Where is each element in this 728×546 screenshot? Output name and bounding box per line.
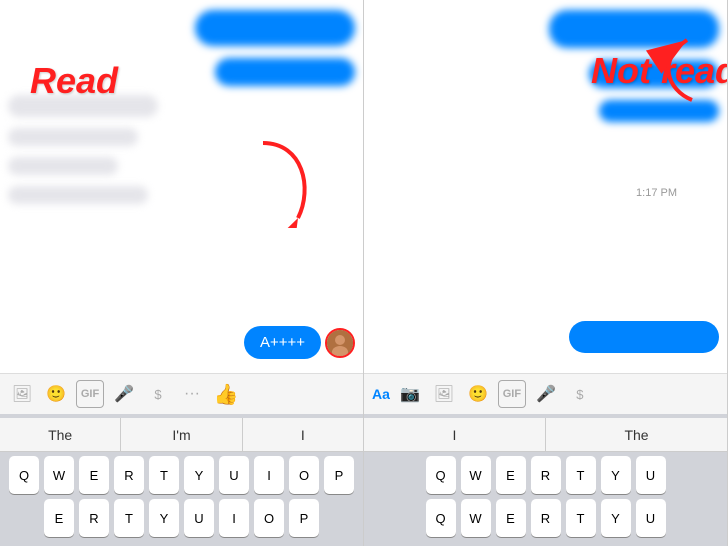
key-u-r2[interactable]: U xyxy=(636,499,666,537)
image-icon[interactable]: 🖼 xyxy=(8,380,36,408)
key-p[interactable]: P xyxy=(324,456,354,494)
aa-button[interactable]: Aa xyxy=(372,386,390,402)
avatar xyxy=(325,328,355,358)
last-message-notread xyxy=(372,321,719,359)
notread-bubble xyxy=(569,321,719,353)
gif-icon-right[interactable]: GIF xyxy=(498,380,526,408)
timestamp: 1:17 PM xyxy=(636,187,677,199)
read-arrow xyxy=(243,138,323,228)
key-e2[interactable]: E xyxy=(44,499,74,537)
key-r-r[interactable]: R xyxy=(531,456,561,494)
key-i[interactable]: I xyxy=(254,456,284,494)
key-t-r2[interactable]: T xyxy=(566,499,596,537)
keyboard-rows-left: Q W E R T Y U I O P E R T Y U I O P xyxy=(0,452,363,546)
key-q-r2[interactable]: Q xyxy=(426,499,456,537)
last-message-row: A++++ xyxy=(8,326,355,359)
key-w[interactable]: W xyxy=(44,456,74,494)
keyboard-rows-right: Q W E R T Y U Q W E R T Y U xyxy=(364,452,727,546)
kb-row-right-2: Q W E R T Y U xyxy=(366,499,725,537)
suggestions-right: I The xyxy=(364,418,727,452)
blurred-bubble-in-2 xyxy=(8,128,138,146)
key-q-r[interactable]: Q xyxy=(426,456,456,494)
image-icon-right[interactable]: 🖼 xyxy=(430,380,458,408)
suggestion-the-right[interactable]: The xyxy=(546,418,727,451)
key-y-r2[interactable]: Y xyxy=(601,499,631,537)
read-panel: Read A++++ xyxy=(0,0,364,546)
emoji-icon-right[interactable]: 🙂 xyxy=(464,380,492,408)
key-y[interactable]: Y xyxy=(184,456,214,494)
suggestion-the[interactable]: The xyxy=(0,418,121,451)
notread-arrow xyxy=(637,30,707,110)
chat-area-left: Read A++++ xyxy=(0,0,363,373)
dollar-icon[interactable]: $ xyxy=(144,380,172,408)
read-label: Read xyxy=(30,60,118,102)
key-e-r2[interactable]: E xyxy=(496,499,526,537)
key-r2[interactable]: R xyxy=(79,499,109,537)
key-w-r[interactable]: W xyxy=(461,456,491,494)
key-r[interactable]: R xyxy=(114,456,144,494)
kb-row-2: E R T Y U I O P xyxy=(2,499,361,537)
key-q[interactable]: Q xyxy=(9,456,39,494)
suggestion-im[interactable]: I'm xyxy=(121,418,242,451)
input-bar-left: 🖼 🙂 GIF 🎤 $ ··· 👍 xyxy=(0,373,363,414)
camera-icon[interactable]: 📷 xyxy=(396,380,424,408)
key-u2[interactable]: U xyxy=(184,499,214,537)
input-bar-right: Aa 📷 🖼 🙂 GIF 🎤 $ xyxy=(364,373,727,414)
key-y2[interactable]: Y xyxy=(149,499,179,537)
chat-area-right: Not read 1:17 PM xyxy=(364,0,727,373)
key-r-r2[interactable]: R xyxy=(531,499,561,537)
not-read-panel: Not read 1:17 PM Aa 📷 🖼 xyxy=(364,0,728,546)
avatar-image xyxy=(327,330,353,356)
key-t-r[interactable]: T xyxy=(566,456,596,494)
key-u[interactable]: U xyxy=(219,456,249,494)
suggestion-i-right[interactable]: I xyxy=(364,418,546,451)
gif-icon[interactable]: GIF xyxy=(76,380,104,408)
dollar-icon-right[interactable]: $ xyxy=(566,380,594,408)
key-o[interactable]: O xyxy=(289,456,319,494)
suggestion-i[interactable]: I xyxy=(243,418,363,451)
blurred-bubble-out-2 xyxy=(215,58,355,86)
mic-icon[interactable]: 🎤 xyxy=(110,380,138,408)
key-p2[interactable]: P xyxy=(289,499,319,537)
keyboard-left: The I'm I Q W E R T Y U I O P E R T Y xyxy=(0,414,363,546)
emoji-icon[interactable]: 🙂 xyxy=(42,380,70,408)
mic-icon-right[interactable]: 🎤 xyxy=(532,380,560,408)
key-o2[interactable]: O xyxy=(254,499,284,537)
blurred-bubble-out-1 xyxy=(195,10,355,46)
key-i2[interactable]: I xyxy=(219,499,249,537)
key-e-r[interactable]: E xyxy=(496,456,526,494)
sent-bubble: A++++ xyxy=(244,326,321,359)
key-e[interactable]: E xyxy=(79,456,109,494)
key-t[interactable]: T xyxy=(149,456,179,494)
kb-row-1: Q W E R T Y U I O P xyxy=(2,456,361,494)
key-y-r[interactable]: Y xyxy=(601,456,631,494)
suggestions-left: The I'm I xyxy=(0,418,363,452)
dots-icon[interactable]: ··· xyxy=(178,380,206,408)
kb-row-right-1: Q W E R T Y U xyxy=(366,456,725,494)
like-button[interactable]: 👍 xyxy=(212,380,240,408)
blurred-bubble-in-4 xyxy=(8,186,148,204)
key-u-r[interactable]: U xyxy=(636,456,666,494)
blurred-bubble-in-3 xyxy=(8,157,118,175)
key-w-r2[interactable]: W xyxy=(461,499,491,537)
key-t2[interactable]: T xyxy=(114,499,144,537)
keyboard-right: I The Q W E R T Y U Q W E R T Y U xyxy=(364,414,727,546)
